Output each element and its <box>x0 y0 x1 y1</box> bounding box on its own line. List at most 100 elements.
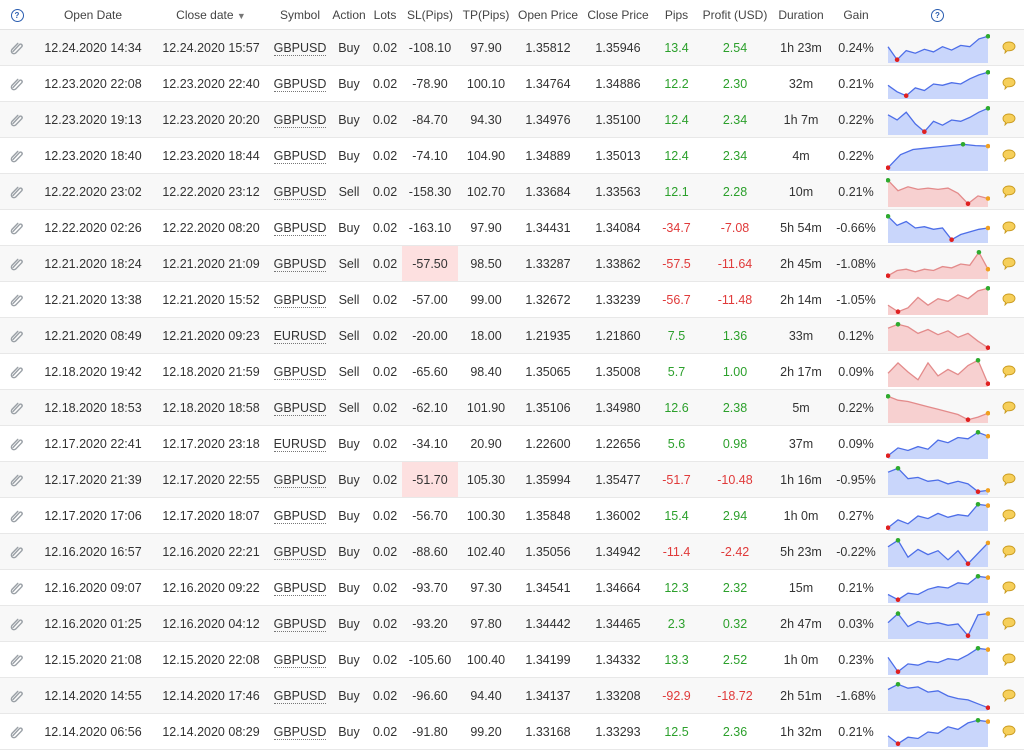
table-row[interactable]: 12.17.2020 21:39 12.17.2020 22:55 GBPUSD… <box>0 461 1024 498</box>
paperclip-icon[interactable] <box>0 569 34 606</box>
col-close-date[interactable]: Close date ▼ <box>152 0 270 30</box>
symbol-cell[interactable]: GBPUSD <box>270 353 330 390</box>
symbol-cell[interactable]: GBPUSD <box>270 209 330 246</box>
table-row[interactable]: 12.14.2020 06:56 12.14.2020 08:29 GBPUSD… <box>0 713 1024 750</box>
paperclip-icon[interactable] <box>0 245 34 282</box>
sparkline-chart[interactable] <box>881 317 994 354</box>
table-row[interactable]: 12.16.2020 09:07 12.16.2020 09:22 GBPUSD… <box>0 569 1024 606</box>
comment-cell[interactable] <box>994 425 1024 462</box>
col-symbol[interactable]: Symbol <box>270 0 330 30</box>
symbol-link[interactable]: GBPUSD <box>273 724 327 740</box>
comment-cell[interactable] <box>994 641 1024 678</box>
col-gain[interactable]: Gain <box>831 0 881 30</box>
col-lots[interactable]: Lots <box>368 0 402 30</box>
col-chart-help[interactable]: ? <box>881 0 994 30</box>
symbol-cell[interactable]: GBPUSD <box>270 569 330 606</box>
sparkline-chart[interactable] <box>881 29 994 66</box>
table-row[interactable]: 12.15.2020 21:08 12.15.2020 22:08 GBPUSD… <box>0 641 1024 678</box>
symbol-link[interactable]: GBPUSD <box>273 292 327 308</box>
symbol-cell[interactable]: GBPUSD <box>270 137 330 174</box>
comment-cell[interactable] <box>994 29 1024 66</box>
col-action[interactable]: Action <box>330 0 368 30</box>
comment-cell[interactable] <box>994 173 1024 210</box>
table-row[interactable]: 12.17.2020 22:41 12.17.2020 23:18 EURUSD… <box>0 425 1024 462</box>
comment-cell[interactable] <box>994 245 1024 282</box>
symbol-cell[interactable]: GBPUSD <box>270 65 330 102</box>
symbol-link[interactable]: EURUSD <box>273 328 327 344</box>
symbol-cell[interactable]: EURUSD <box>270 425 330 462</box>
col-pips[interactable]: Pips <box>654 0 699 30</box>
table-row[interactable]: 12.22.2020 02:26 12.22.2020 08:20 GBPUSD… <box>0 209 1024 246</box>
paperclip-icon[interactable] <box>0 641 34 678</box>
symbol-link[interactable]: GBPUSD <box>273 616 327 632</box>
table-row[interactable]: 12.16.2020 01:25 12.16.2020 04:12 GBPUSD… <box>0 605 1024 642</box>
symbol-cell[interactable]: GBPUSD <box>270 101 330 138</box>
comment-cell[interactable] <box>994 317 1024 354</box>
symbol-cell[interactable]: GBPUSD <box>270 713 330 750</box>
paperclip-icon[interactable] <box>0 29 34 66</box>
paperclip-icon[interactable] <box>0 713 34 750</box>
sparkline-chart[interactable] <box>881 281 994 318</box>
comment-cell[interactable] <box>994 497 1024 534</box>
sparkline-chart[interactable] <box>881 425 994 462</box>
table-row[interactable]: 12.21.2020 18:24 12.21.2020 21:09 GBPUSD… <box>0 245 1024 282</box>
symbol-cell[interactable]: GBPUSD <box>270 677 330 714</box>
sparkline-chart[interactable] <box>881 209 994 246</box>
comment-cell[interactable] <box>994 605 1024 642</box>
symbol-cell[interactable]: GBPUSD <box>270 173 330 210</box>
comment-cell[interactable] <box>994 209 1024 246</box>
table-row[interactable]: 12.18.2020 19:42 12.18.2020 21:59 GBPUSD… <box>0 353 1024 390</box>
comment-cell[interactable] <box>994 389 1024 426</box>
table-row[interactable]: 12.23.2020 22:08 12.23.2020 22:40 GBPUSD… <box>0 65 1024 102</box>
comment-cell[interactable] <box>994 713 1024 750</box>
sparkline-chart[interactable] <box>881 713 994 750</box>
paperclip-icon[interactable] <box>0 425 34 462</box>
symbol-link[interactable]: GBPUSD <box>273 256 327 272</box>
symbol-link[interactable]: EURUSD <box>273 436 327 452</box>
table-row[interactable]: 12.22.2020 23:02 12.22.2020 23:12 GBPUSD… <box>0 173 1024 210</box>
col-open-price[interactable]: Open Price <box>514 0 582 30</box>
symbol-cell[interactable]: EURUSD <box>270 317 330 354</box>
paperclip-icon[interactable] <box>0 65 34 102</box>
symbol-link[interactable]: GBPUSD <box>273 220 327 236</box>
comment-cell[interactable] <box>994 677 1024 714</box>
symbol-cell[interactable]: GBPUSD <box>270 245 330 282</box>
paperclip-icon[interactable] <box>0 461 34 498</box>
symbol-link[interactable]: GBPUSD <box>273 40 327 56</box>
symbol-cell[interactable]: GBPUSD <box>270 533 330 570</box>
symbol-link[interactable]: GBPUSD <box>273 472 327 488</box>
sparkline-chart[interactable] <box>881 101 994 138</box>
symbol-cell[interactable]: GBPUSD <box>270 461 330 498</box>
paperclip-icon[interactable] <box>0 101 34 138</box>
comment-cell[interactable] <box>994 461 1024 498</box>
comment-cell[interactable] <box>994 353 1024 390</box>
symbol-link[interactable]: GBPUSD <box>273 652 327 668</box>
sparkline-chart[interactable] <box>881 137 994 174</box>
col-duration[interactable]: Duration <box>771 0 831 30</box>
comment-cell[interactable] <box>994 281 1024 318</box>
paperclip-icon[interactable] <box>0 317 34 354</box>
table-row[interactable]: 12.14.2020 14:55 12.14.2020 17:46 GBPUSD… <box>0 677 1024 714</box>
comment-cell[interactable] <box>994 137 1024 174</box>
symbol-cell[interactable]: GBPUSD <box>270 281 330 318</box>
table-row[interactable]: 12.21.2020 08:49 12.21.2020 09:23 EURUSD… <box>0 317 1024 354</box>
symbol-link[interactable]: GBPUSD <box>273 580 327 596</box>
symbol-link[interactable]: GBPUSD <box>273 364 327 380</box>
symbol-link[interactable]: GBPUSD <box>273 184 327 200</box>
col-sl[interactable]: SL(Pips) <box>402 0 458 30</box>
symbol-link[interactable]: GBPUSD <box>273 400 327 416</box>
sparkline-chart[interactable] <box>881 533 994 570</box>
paperclip-icon[interactable] <box>0 353 34 390</box>
symbol-cell[interactable]: GBPUSD <box>270 641 330 678</box>
sparkline-chart[interactable] <box>881 245 994 282</box>
col-close-price[interactable]: Close Price <box>582 0 654 30</box>
table-row[interactable]: 12.23.2020 18:40 12.23.2020 18:44 GBPUSD… <box>0 137 1024 174</box>
table-row[interactable]: 12.21.2020 13:38 12.21.2020 15:52 GBPUSD… <box>0 281 1024 318</box>
paperclip-icon[interactable] <box>0 137 34 174</box>
paperclip-icon[interactable] <box>0 605 34 642</box>
sparkline-chart[interactable] <box>881 605 994 642</box>
col-profit[interactable]: Profit (USD) <box>699 0 771 30</box>
table-row[interactable]: 12.17.2020 17:06 12.17.2020 18:07 GBPUSD… <box>0 497 1024 534</box>
sparkline-chart[interactable] <box>881 389 994 426</box>
symbol-link[interactable]: GBPUSD <box>273 508 327 524</box>
